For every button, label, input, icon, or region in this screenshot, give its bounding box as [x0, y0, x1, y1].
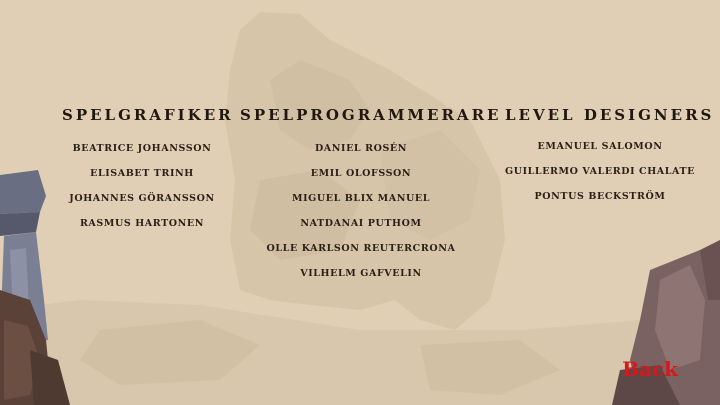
credits-column-spelgrafiker: SPELGRAFIKER BEATRICE JOHANSSON ELISABET…: [62, 106, 234, 242]
credit-name: RASMUS HARTONEN: [79, 218, 205, 229]
name-list: DANIEL ROSÉN EMIL OLOFSSON MIGUEL BLIX M…: [240, 142, 482, 292]
credits-column-level-designers: LEVEL DESIGNERS EMANUEL SALOMON GUILLERM…: [505, 106, 715, 215]
column-heading: SPELGRAFIKER: [62, 106, 234, 124]
credit-name: DANIEL ROSÉN: [314, 143, 408, 154]
credit-name: BEATRICE JOHANSSON: [72, 143, 212, 154]
column-heading: LEVEL DESIGNERS: [505, 106, 715, 124]
credit-name: JOHANNES GÖRANSSON: [69, 193, 215, 204]
credit-name: GUILLERMO VALERDI CHALATE: [505, 166, 695, 177]
credit-name: EMIL OLOFSSON: [310, 168, 412, 179]
column-heading: SPELPROGRAMMERARE: [240, 106, 502, 124]
back-button[interactable]: Back: [622, 357, 678, 381]
credit-name: OLLE KARLSON REUTERCRONA: [266, 243, 456, 254]
name-list: BEATRICE JOHANSSON ELISABET TRINH JOHANN…: [62, 142, 222, 242]
credit-name: VILHELM GAFVELIN: [300, 268, 422, 279]
credit-name: NATDANAI PUTHOM: [300, 218, 422, 229]
name-list: EMANUEL SALOMON GUILLERMO VALERDI CHALAT…: [505, 140, 695, 215]
credit-name: MIGUEL BLIX MANUEL: [292, 193, 430, 204]
credit-name: EMANUEL SALOMON: [537, 141, 663, 152]
credit-name: ELISABET TRINH: [90, 168, 194, 179]
credits-column-spelprogrammerare: SPELPROGRAMMERARE DANIEL ROSÉN EMIL OLOF…: [240, 106, 502, 292]
credit-name: PONTUS BECKSTRÖM: [534, 191, 666, 202]
